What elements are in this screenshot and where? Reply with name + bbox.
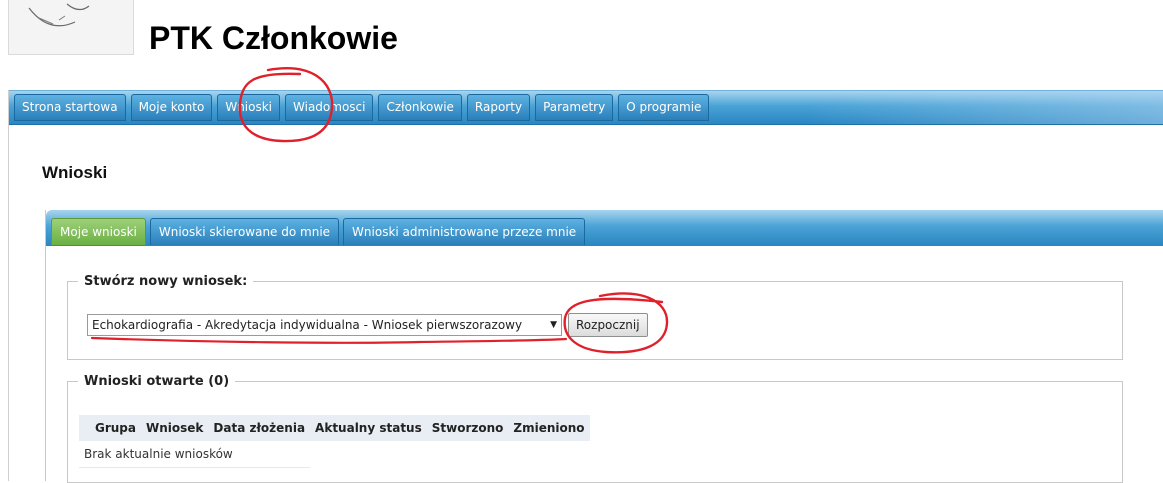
open-requests-table: Grupa Wniosek Data złożenia Aktualny sta… xyxy=(79,415,590,468)
tab-czlonkowie[interactable]: Członkowie xyxy=(378,94,462,121)
col-stworzono[interactable]: Stworzono xyxy=(426,415,509,441)
table-row: Brak aktualnie wniosków xyxy=(79,441,590,468)
create-request-legend: Stwórz nowy wniosek: xyxy=(84,274,248,289)
tab-moje-konto[interactable]: Moje konto xyxy=(130,94,213,121)
tab-o-programie[interactable]: O programie xyxy=(618,94,710,121)
tab-wiadomosci[interactable]: Wiadomosci xyxy=(285,94,374,121)
main-nav-bar: Strona startowa Moje konto Wnioski Wiado… xyxy=(9,90,1163,125)
content-left-border xyxy=(8,90,9,481)
col-grupa[interactable]: Grupa xyxy=(79,415,141,441)
col-data-zlozenia[interactable]: Data złożenia xyxy=(208,415,311,441)
request-type-value: Echokardiografia - Akredytacja indywidua… xyxy=(92,318,523,332)
table-header-row: Grupa Wniosek Data złożenia Aktualny sta… xyxy=(79,415,590,441)
app-title: PTK Członkowie xyxy=(149,20,398,56)
tab-strona-startowa[interactable]: Strona startowa xyxy=(14,94,126,121)
start-button[interactable]: Rozpocznij xyxy=(568,313,648,337)
subtab-wnioski-administrowane[interactable]: Wnioski administrowane przeze mnie xyxy=(343,218,586,245)
tab-wnioski[interactable]: Wnioski xyxy=(217,94,281,121)
nav-bar-fade xyxy=(809,91,1163,124)
empty-message: Brak aktualnie wniosków xyxy=(79,441,311,468)
ptk-logo xyxy=(8,0,134,55)
col-zmieniono[interactable]: Zmieniono xyxy=(508,415,590,441)
col-wniosek[interactable]: Wniosek xyxy=(141,415,209,441)
col-aktualny-status[interactable]: Aktualny status xyxy=(310,415,427,441)
tab-parametry[interactable]: Parametry xyxy=(535,94,614,121)
request-type-select[interactable]: Echokardiografia - Akredytacja indywidua… xyxy=(87,314,562,336)
open-requests-legend: Wnioski otwarte (0) xyxy=(84,374,230,389)
subtab-moje-wnioski[interactable]: Moje wnioski xyxy=(51,218,146,245)
subtab-wnioski-skierowane[interactable]: Wnioski skierowane do mnie xyxy=(149,218,340,245)
page-title: Wnioski xyxy=(42,163,108,182)
tab-raporty[interactable]: Raporty xyxy=(466,94,531,121)
sub-nav-bar: Moje wnioski Wnioski skierowane do mnie … xyxy=(46,210,1163,246)
logo-seal-icon xyxy=(28,3,90,27)
dropdown-arrow-icon: ▼ xyxy=(550,320,557,330)
empty-cell xyxy=(310,441,590,468)
